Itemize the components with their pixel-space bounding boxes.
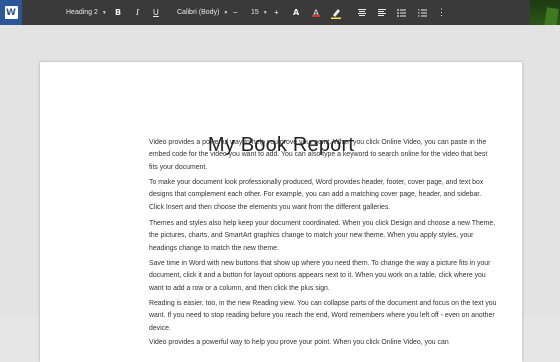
style-dropdown[interactable]: Heading 2 ▼ [66, 0, 107, 25]
align-center-button[interactable] [358, 0, 366, 25]
paragraph[interactable]: To make your document look professionall… [149, 177, 497, 214]
highlighter-icon [331, 8, 341, 19]
align-center-icon [358, 9, 366, 16]
bullets-button[interactable] [397, 0, 406, 25]
word-icon[interactable]: W [0, 0, 22, 25]
chevron-down-icon: ▼ [101, 9, 107, 16]
chevron-down-icon: ▼ [223, 9, 229, 16]
chevron-down-icon: ▼ [262, 9, 268, 16]
word-logo: W [4, 6, 18, 19]
font-size-value: 15 [251, 9, 259, 16]
paragraph[interactable]: Video provides a powerful way to help yo… [149, 137, 497, 174]
document-canvas[interactable]: My Book Report Video provides a powerful… [0, 25, 560, 362]
numbering-button[interactable] [418, 0, 427, 25]
paragraph[interactable]: Reading is easier, too, in the new Readi… [149, 298, 497, 335]
formatting-toolbar: W Heading 2 ▼ B I U Calibri (Body) ▼ − 1… [0, 0, 560, 70]
font-color-swatch [312, 14, 321, 17]
bullet-list-icon [397, 8, 406, 17]
align-left-button[interactable] [378, 0, 386, 25]
font-size-dropdown[interactable]: 15 ▼ [251, 0, 268, 25]
document-page[interactable]: My Book Report Video provides a powerful… [40, 62, 522, 362]
align-left-icon [378, 9, 386, 16]
more-icon: ⋮ [437, 7, 446, 17]
more-button[interactable]: ⋮ [437, 0, 446, 25]
numbered-list-icon [418, 9, 427, 16]
paragraph[interactable]: Video provides a powerful way to help yo… [149, 337, 497, 349]
highlight-button[interactable] [331, 0, 341, 25]
font-color-icon: A [312, 8, 321, 18]
paragraph[interactable]: Save time in Word with new buttons that … [149, 258, 497, 295]
italic-button[interactable]: I [136, 0, 139, 25]
bold-button[interactable]: B [115, 0, 121, 25]
font-dropdown[interactable]: Calibri (Body) ▼ [177, 0, 228, 25]
decrease-font-size-button[interactable]: − [233, 0, 238, 25]
paragraph[interactable]: Themes and styles also help keep your do… [149, 218, 497, 255]
style-value: Heading 2 [66, 9, 98, 16]
underline-button[interactable]: U [153, 0, 159, 25]
font-color-button[interactable]: A [312, 0, 321, 25]
increase-font-size-button[interactable]: + [274, 0, 279, 25]
grow-font-button[interactable]: A [293, 0, 299, 25]
font-value: Calibri (Body) [177, 9, 220, 16]
